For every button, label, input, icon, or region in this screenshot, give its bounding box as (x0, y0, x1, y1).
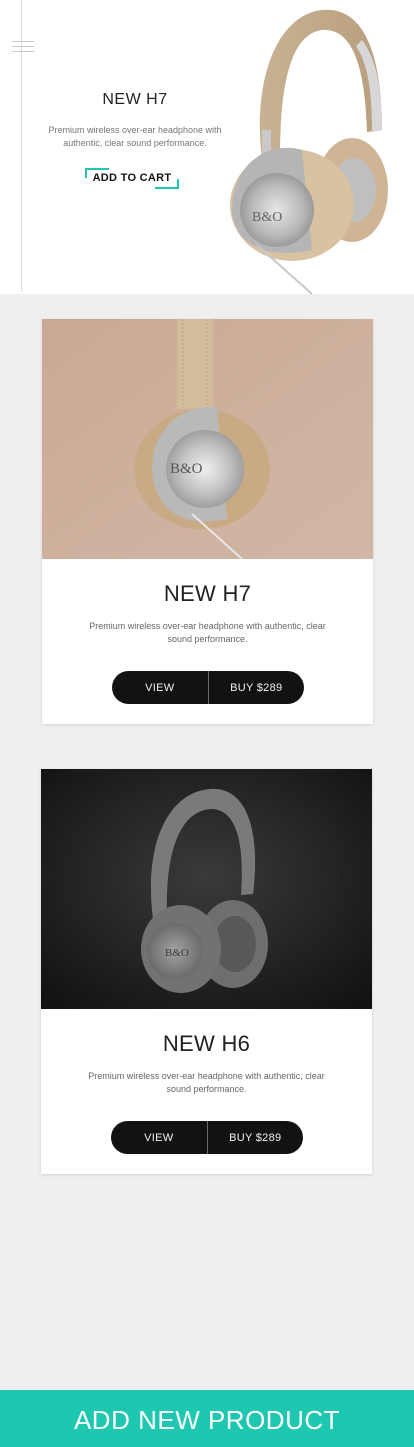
hero-section: NEW H7 Premium wireless over-ear headpho… (0, 0, 414, 294)
product-title: NEW H7 (163, 581, 252, 606)
hamburger-menu-icon[interactable] (12, 41, 34, 53)
add-new-product-button[interactable]: ADD NEW PRODUCT (0, 1390, 414, 1447)
view-button[interactable]: VIEW (112, 671, 208, 704)
buy-button[interactable]: BUY $289 (208, 1121, 304, 1154)
product-card: B&O NEW H6 Premium wireless over-ear hea… (41, 769, 372, 1174)
product-action-group: VIEW BUY $289 (112, 671, 304, 704)
product-card: B&O NEW H7 Premium wireless over-ear hea… (42, 319, 373, 724)
hero-headphone-image: B&O (230, 9, 388, 294)
svg-text:B&O: B&O (165, 947, 189, 959)
product-action-group: VIEW BUY $289 (111, 1121, 303, 1154)
headphone-image: B&O (42, 319, 373, 559)
product-description: Premium wireless over-ear headphone with… (89, 621, 326, 644)
hero-title: NEW H7 (102, 91, 168, 108)
view-button[interactable]: VIEW (111, 1121, 207, 1154)
buy-button[interactable]: BUY $289 (209, 671, 305, 704)
headphone-image: B&O (41, 769, 372, 1009)
product-image: B&O (41, 769, 372, 1009)
svg-text:B&O: B&O (252, 210, 282, 225)
product-title: NEW H6 (162, 1031, 251, 1056)
product-description: Premium wireless over-ear headphone with… (88, 1071, 325, 1094)
svg-text:B&O: B&O (170, 461, 203, 477)
add-to-cart-button[interactable]: ADD TO CART (85, 168, 179, 189)
product-image: B&O (42, 319, 373, 559)
hero-description: Premium wireless over-ear headphone with… (48, 125, 222, 148)
